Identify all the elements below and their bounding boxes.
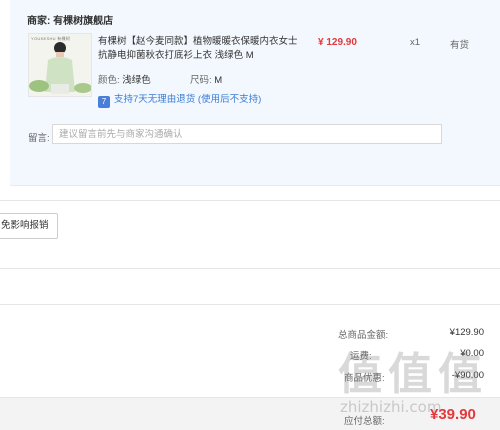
size-value: M [214, 75, 223, 86]
product-price: ¥ 129.90 [318, 37, 357, 48]
section-divider [0, 200, 500, 201]
product-title[interactable]: 有棵树【赵今麦同款】植物暖暖衣保暖内衣女士抗静电抑菌秋衣打底衫上衣 浅绿色 M [98, 35, 298, 63]
return-policy[interactable]: 7 支持7天无理由退货 (使用后不支持) [98, 91, 261, 108]
merchant-row: 商家: 有棵树旗舰店 [27, 12, 113, 27]
color-value: 浅绿色 [122, 75, 151, 86]
section-divider [0, 268, 500, 269]
size-attribute: 尺码: M [190, 72, 222, 86]
remark-label: 留言: [28, 133, 50, 144]
color-attribute: 颜色: 浅绿色 [98, 72, 151, 86]
return-policy-text: 支持7天无理由退货 (使用后不支持) [114, 94, 262, 105]
thumb-brand: YOUKESHU 有棵树 [31, 36, 71, 41]
remark-input[interactable]: 建议留言前先与商家沟通确认 [52, 124, 442, 144]
product-quantity: x1 [410, 37, 421, 48]
watermark-url: zhizhizhi.com [340, 398, 442, 416]
order-panel: 商家: 有棵树旗舰店 YOUKESHU 有棵树 有棵树【赵今麦同款】植物暖暖衣保… [10, 0, 500, 186]
section-divider [0, 304, 500, 305]
items-total-value: ¥129.90 [449, 327, 484, 338]
stock-status: 有货 [450, 40, 470, 51]
product-thumbnail[interactable]: YOUKESHU 有棵树 [28, 33, 92, 97]
merchant-name[interactable]: 有棵树旗舰店 [53, 16, 113, 27]
merchant-label: 商家: [27, 16, 51, 27]
return-policy-icon: 7 [98, 96, 110, 108]
product-image [29, 34, 91, 96]
color-label: 颜色: [98, 75, 120, 86]
invoice-button[interactable]: 免影响报销 [0, 213, 58, 239]
watermark-logo: 值值值 [338, 349, 488, 400]
size-label: 尺码: [190, 75, 212, 86]
